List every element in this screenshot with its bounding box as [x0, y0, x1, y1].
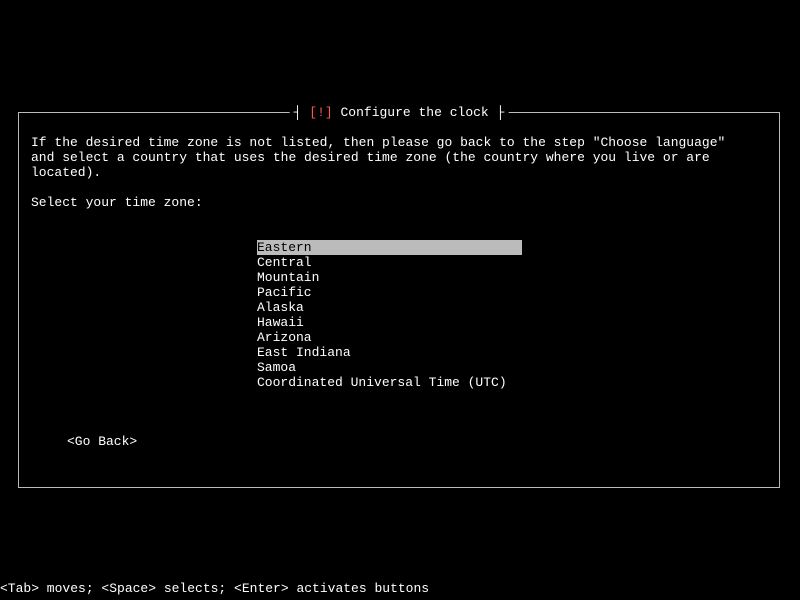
dialog-content: If the desired time zone is not listed, …: [19, 113, 779, 461]
timezone-option-alaska[interactable]: Alaska: [257, 300, 767, 315]
title-bracket-left: ┤: [294, 105, 310, 120]
timezone-option-eastern[interactable]: Eastern: [257, 240, 522, 255]
title-bracket-right: ├: [489, 105, 505, 120]
title-alert-marker: [!]: [309, 105, 332, 120]
dialog-title: ┤ [!] Configure the clock ├: [290, 105, 509, 120]
prompt-text: Select your time zone:: [31, 195, 767, 210]
go-back-button[interactable]: <Go Back>: [67, 434, 767, 449]
timezone-option-pacific[interactable]: Pacific: [257, 285, 767, 300]
dialog-box: ┤ [!] Configure the clock ├ If the desir…: [18, 112, 780, 488]
title-spacer: [333, 105, 341, 120]
timezone-option-mountain[interactable]: Mountain: [257, 270, 767, 285]
timezone-option-samoa[interactable]: Samoa: [257, 360, 767, 375]
timezone-option-hawaii[interactable]: Hawaii: [257, 315, 767, 330]
timezone-option-arizona[interactable]: Arizona: [257, 330, 767, 345]
timezone-option-east-indiana[interactable]: East Indiana: [257, 345, 767, 360]
timezone-option-utc[interactable]: Coordinated Universal Time (UTC): [257, 375, 767, 390]
instruction-text: If the desired time zone is not listed, …: [31, 135, 767, 180]
footer-hint: <Tab> moves; <Space> selects; <Enter> ac…: [0, 581, 429, 596]
title-text: Configure the clock: [340, 105, 488, 120]
timezone-option-central[interactable]: Central: [257, 255, 767, 270]
timezone-options-list: Eastern Central Mountain Pacific Alaska …: [257, 240, 767, 390]
